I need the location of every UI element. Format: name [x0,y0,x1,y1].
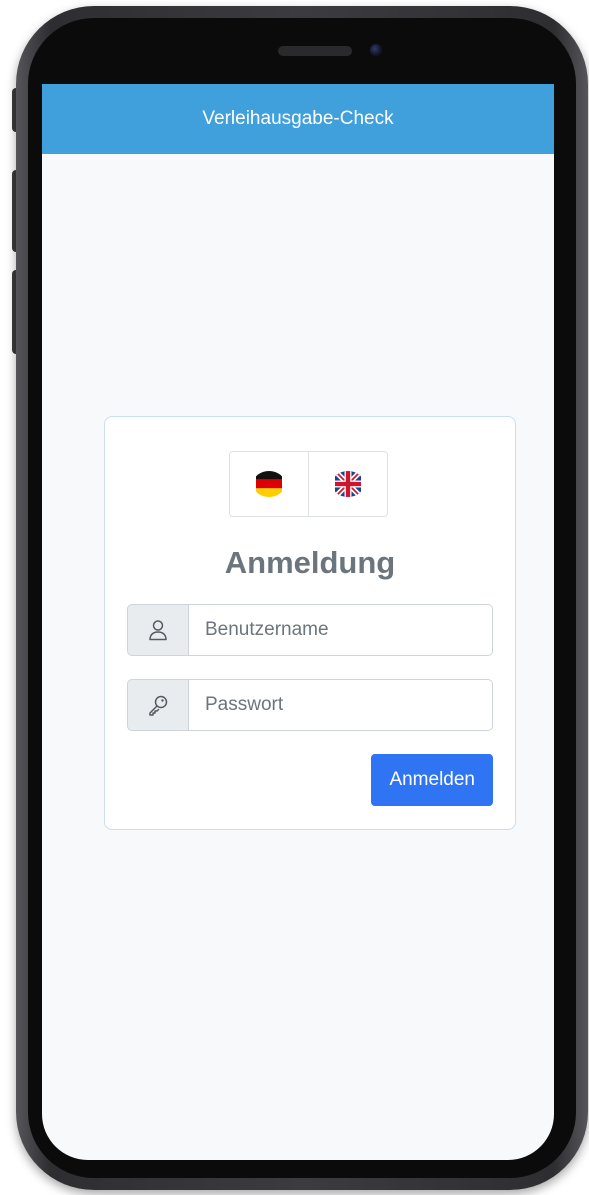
password-group [127,679,493,731]
key-icon [149,695,168,716]
navbar: Verleihausgabe-Check [42,84,554,154]
flag-uk-icon [333,471,363,497]
app-screen: Verleihausgabe-Check Anmeldung Benutzern… [42,84,554,1160]
flag-germany-icon [256,471,282,497]
speaker-grille [278,46,352,56]
front-camera-icon [370,44,382,56]
username-group [127,604,493,656]
language-switcher [229,451,388,517]
username-addon [127,604,189,656]
phone-frame: Verleihausgabe-Check Anmeldung Benutzern… [16,6,588,1190]
language-button-de[interactable] [229,451,309,517]
device-mockup: Verleihausgabe-Check Anmeldung Benutzern… [0,0,589,1195]
user-icon [149,620,167,641]
navbar-title: Verleihausgabe-Check [202,108,394,129]
login-card: Anmeldung Benutzername Anmelden [104,416,516,830]
login-heading: Anmeldung [224,545,396,580]
login-button[interactable]: Anmelden [371,754,493,806]
password-input[interactable] [189,679,493,731]
username-input[interactable] [189,604,493,656]
language-button-en[interactable] [308,451,388,517]
password-addon [127,679,189,731]
